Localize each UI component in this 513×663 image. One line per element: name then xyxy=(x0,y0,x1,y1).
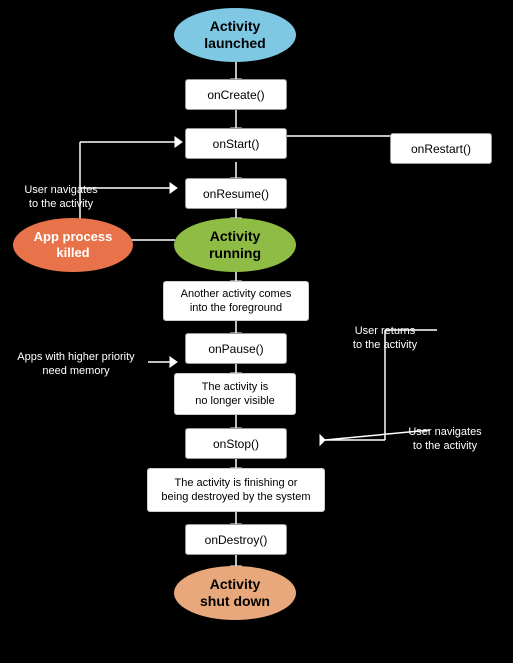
user-navigates-2-label: User navigatesto the activity xyxy=(390,420,500,458)
activity-launched-node: Activity launched xyxy=(174,8,296,62)
onrestart-label: onRestart() xyxy=(411,142,471,156)
onstop-node: onStop() xyxy=(185,428,287,459)
activity-shut-down-label: Activity shut down xyxy=(200,576,270,610)
another-activity-node: Another activity comesinto the foregroun… xyxy=(163,281,309,321)
ondestroy-label: onDestroy() xyxy=(205,533,268,547)
oncreate-node: onCreate() xyxy=(185,79,287,110)
onpause-label: onPause() xyxy=(208,342,263,356)
activity-running-node: Activity running xyxy=(174,218,296,272)
onstop-label: onStop() xyxy=(213,437,259,451)
activity-shut-down-node: Activity shut down xyxy=(174,566,296,620)
app-process-killed-label: App process killed xyxy=(34,229,113,260)
activity-launched-label: Activity launched xyxy=(204,18,265,52)
activity-no-longer-node: The activity isno longer visible xyxy=(174,373,296,415)
activity-finishing-node: The activity is finishing orbeing destro… xyxy=(147,468,325,512)
onpause-node: onPause() xyxy=(185,333,287,364)
apps-priority-label: Apps with higher priorityneed memory xyxy=(2,342,150,386)
onstart-label: onStart() xyxy=(213,137,260,151)
ondestroy-node: onDestroy() xyxy=(185,524,287,555)
onresume-label: onResume() xyxy=(203,187,269,201)
user-navigates-1-label: User navigatesto the activity xyxy=(2,178,120,216)
onrestart-node: onRestart() xyxy=(390,133,492,164)
onresume-node: onResume() xyxy=(185,178,287,209)
oncreate-label: onCreate() xyxy=(207,88,264,102)
activity-running-label: Activity running xyxy=(209,228,261,262)
onstart-node: onStart() xyxy=(185,128,287,159)
user-returns-label: User returnsto the activity xyxy=(335,316,435,360)
app-process-killed-node: App process killed xyxy=(13,218,133,272)
